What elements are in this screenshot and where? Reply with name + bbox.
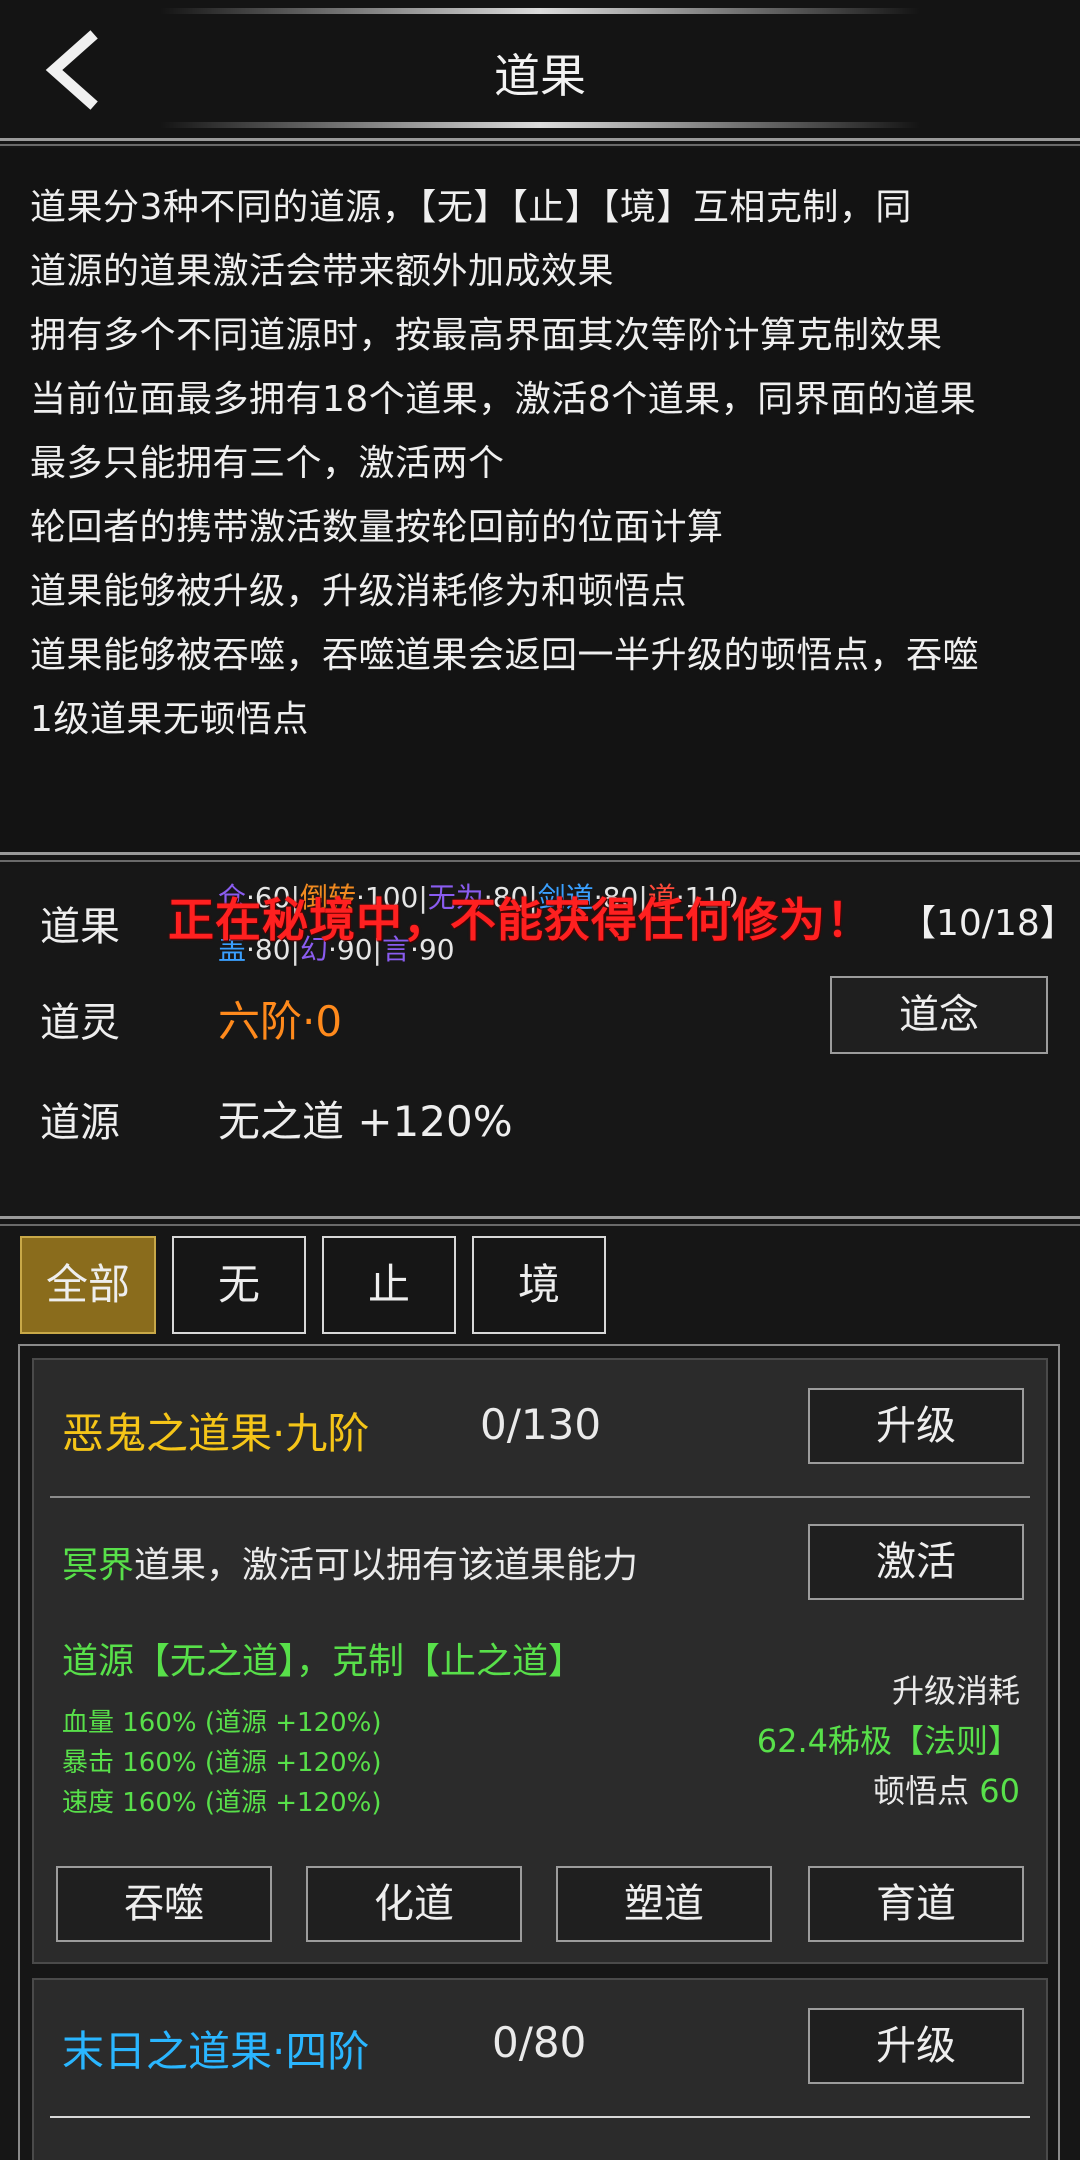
ling-value: 六阶·0 — [218, 997, 343, 1046]
upgrade-button[interactable]: 升级 — [808, 1388, 1024, 1464]
dao-card: 末日之道果·四阶 0/80 升级 — [32, 1978, 1048, 2160]
yuan-value: 无之道 +120% — [218, 1097, 513, 1146]
description-line: 当前位面最多拥有18个道果，激活8个道果，同界面的道果 — [30, 379, 977, 420]
realm-name: 冥界 — [62, 1545, 135, 1586]
divider — [0, 144, 1080, 146]
description-line: 最多只能拥有三个，激活两个 — [30, 443, 505, 484]
stat-hp: 血量 160% (道源 +120%) — [62, 1708, 382, 1738]
divider — [0, 1224, 1080, 1226]
insight-label: 顿悟点 — [873, 1772, 970, 1810]
card-progress: 0/130 — [480, 1400, 602, 1449]
dao-label: 道果 — [40, 904, 120, 950]
card-progress: 0/80 — [492, 2018, 587, 2067]
tab-zhi[interactable]: 止 — [322, 1236, 456, 1334]
dao-count: 【10/18】 — [900, 903, 1076, 944]
dao-nian-button[interactable]: 道念 — [830, 976, 1048, 1054]
insight-row: 顿悟点 60 — [873, 1766, 1020, 1812]
yudao-button[interactable]: 育道 — [808, 1866, 1024, 1942]
description-line: 道果分3种不同的道源，【无】【止】【境】互相克制，同 — [30, 187, 912, 228]
dao-card: 恶鬼之道果·九阶 0/130 升级 冥界道果，激活可以拥有该道果能力 激活 道源… — [32, 1358, 1048, 1964]
activate-button[interactable]: 激活 — [808, 1524, 1024, 1600]
card-divider — [50, 2116, 1030, 2118]
divider — [0, 1216, 1080, 1219]
header-bar: 道果 — [0, 0, 1080, 138]
description-line: 轮回者的携带激活数量按轮回前的位面计算 — [30, 507, 724, 548]
description-line: 道源的道果激活会带来额外加成效果 — [30, 251, 615, 292]
stat-speed: 速度 160% (道源 +120%) — [62, 1788, 382, 1818]
alert-message: 正在秘境中，不能获得任何修为！ — [168, 893, 873, 947]
description-line: 拥有多个不同道源时，按最高界面其次等阶计算克制效果 — [30, 315, 943, 356]
upgrade-cost-label: 升级消耗 — [891, 1672, 1020, 1710]
insight-value: 60 — [979, 1772, 1020, 1810]
divider — [0, 860, 1080, 862]
stat-crit: 暴击 160% (道源 +120%) — [62, 1748, 382, 1778]
description-line: 道果能够被升级，升级消耗修为和顿悟点 — [30, 571, 688, 612]
sudao-button[interactable]: 塑道 — [556, 1866, 772, 1942]
header-top-glow — [160, 8, 920, 14]
page-title: 道果 — [494, 49, 586, 103]
description-line: 1级道果无顿悟点 — [30, 699, 309, 740]
header-bottom-glow — [160, 122, 920, 128]
devour-button[interactable]: 吞噬 — [56, 1866, 272, 1942]
tab-jing[interactable]: 境 — [472, 1236, 606, 1334]
source-counter-text: 道源【无之道】，克制【止之道】 — [62, 1641, 585, 1682]
description-panel: 道果分3种不同的道源，【无】【止】【境】互相克制，同 道源的道果激活会带来额外加… — [0, 148, 1080, 852]
realm-desc-text: 道果，激活可以拥有该道果能力 — [134, 1545, 639, 1586]
ling-label: 道灵 — [40, 1000, 120, 1046]
upgrade-button[interactable]: 升级 — [808, 2008, 1024, 2084]
tab-wu[interactable]: 无 — [172, 1236, 306, 1334]
yuan-label: 道源 — [40, 1100, 120, 1146]
description-line: 道果能够被吞噬，吞噬道果会返回一半升级的顿悟点，吞噬 — [30, 635, 980, 676]
card-title: 恶鬼之道果·九阶 — [62, 1409, 370, 1458]
realm-description: 冥界道果，激活可以拥有该道果能力 — [62, 1536, 638, 1588]
huadao-button[interactable]: 化道 — [306, 1866, 522, 1942]
upgrade-cost-value: 62.4秭极【法则】 — [756, 1722, 1020, 1760]
tab-all[interactable]: 全部 — [20, 1236, 156, 1334]
divider — [0, 852, 1080, 855]
card-title: 末日之道果·四阶 — [62, 2027, 370, 2076]
divider — [0, 138, 1080, 141]
card-divider — [50, 1496, 1030, 1498]
